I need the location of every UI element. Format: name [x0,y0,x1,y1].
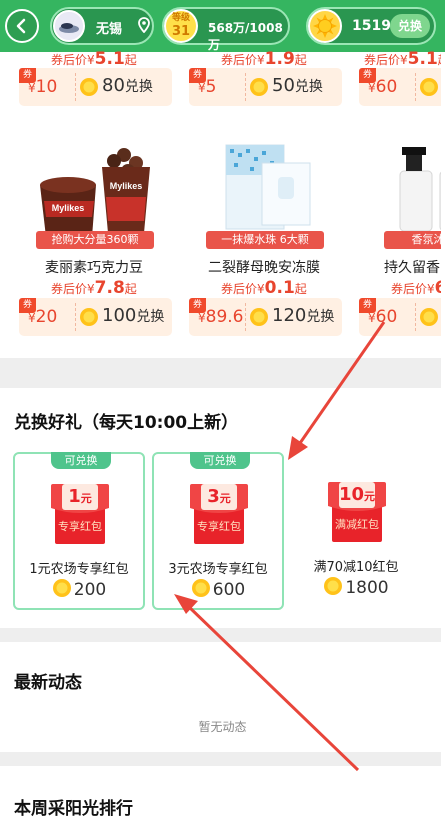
gift-name: 1元农场专享红包 [29,562,129,577]
available-tag: 可兑换 [51,452,111,469]
product-card[interactable]: 券后价¥1.9起 券 ¥5 50兑换 [184,49,344,112]
ranking-section: 本周采阳光排行 [0,766,445,833]
location-text: 无锡 [96,22,123,37]
exchange-row[interactable]: 券 ¥20 100兑换 [19,298,172,336]
location-pill[interactable]: 无锡 [50,7,154,45]
product-image [225,144,311,230]
product-title: 二裂酵母晚安冻膜 [208,260,320,276]
product-image: Mylikes Mylikes [40,148,150,237]
sun-icon [308,9,342,43]
avatar[interactable] [53,10,85,42]
gift-kind: 满减红包 [335,518,379,531]
coupon-value: ¥5 [198,77,217,97]
product-panel: 券后价¥5.1起 券 ¥10 80兑换 券后价¥1.9起 券 ¥5 50兑换 券… [0,49,445,358]
gift-cost: 1800 [292,576,420,598]
sun-cost: 100兑换 [102,305,165,326]
exchange-row[interactable]: 券 ¥60 1 [359,68,445,106]
gift-name: 3元农场专享红包 [168,562,268,577]
gift-amount: 1 [68,486,81,507]
product-card[interactable]: 券后价¥5.1起 券 ¥10 80兑换 [14,49,174,112]
product-card[interactable]: Mylikes Mylikes 抢购大分量360颗 麦丽素巧克力豆 券后价¥7.… [14,135,174,349]
top-bar: 无锡 等级 31 568万/1008万 1519 兑换 [0,0,445,52]
exchange-row[interactable]: 券 ¥60 1 [359,298,445,336]
back-button[interactable] [5,9,39,43]
product-card[interactable]: 一抹爆水珠 6大颗 二裂酵母晚安冻膜 券后价¥0.1起 券 ¥89.6 120兑… [184,135,344,349]
svg-text:Mylikes: Mylikes [110,181,143,191]
sun-cost: 80兑换 [102,75,153,96]
available-tag: 可兑换 [190,452,250,469]
sun-icon [324,577,343,595]
svg-text:Mylikes: Mylikes [52,203,85,213]
product-card[interactable]: 券后价¥5.1起 券 ¥60 1 [354,49,445,112]
price-after-coupon: 券后价¥7.8起 [51,278,137,298]
sun-icon [191,579,210,597]
coupon-value: ¥10 [28,77,58,97]
gift-cost: 600 [154,578,282,600]
sun-icon [250,78,268,96]
location-pin-icon [138,17,150,33]
section-title: 本周采阳光排行 [14,799,133,819]
sun-balance-pill[interactable]: 1519 兑换 [306,7,436,45]
redeem-button[interactable]: 兑换 [390,14,430,38]
gift-card[interactable]: 10元 满减红包 满70减10红包 1800 [292,452,424,610]
sun-icon [420,78,438,96]
sun-cost: 120兑换 [272,305,335,326]
product-card[interactable]: 香氛沐浴持 持久留香 券后价¥60 券 ¥60 1 [354,135,445,349]
promo-ribbon: 香氛沐浴持 [384,231,445,249]
sun-icon [420,308,438,326]
red-packet-icon: 1元 专享红包 [47,478,113,546]
coupon-value: ¥60 [368,77,398,97]
product-title: 持久留香 [384,260,440,276]
product-image [399,147,445,232]
avatar-image [55,12,83,40]
gift-kind: 专享红包 [197,520,241,533]
level-pill[interactable]: 等级 31 568万/1008万 [162,7,290,52]
exchange-row[interactable]: 券 ¥5 50兑换 [189,68,342,106]
app-screen: 无锡 等级 31 568万/1008万 1519 兑换 券后价¥5.1起 券 ¥… [0,0,445,833]
section-title: 兑换好礼（每天10:00上新） [14,413,239,433]
price-after-coupon: 券后价¥5.1起 [364,49,445,69]
gift-amount: 10 [338,484,365,505]
level-badge: 等级 31 [164,9,198,43]
gift-name: 满70减10红包 [313,560,399,575]
gift-kind: 专享红包 [58,520,102,533]
gift-card[interactable]: 可兑换 3元 专享红包 3元农场专享红包 600 [152,452,284,610]
sun-icon [80,78,98,96]
gift-cost: 200 [15,578,143,600]
price-after-coupon: 券后价¥5.1起 [51,49,137,69]
sun-icon [80,308,98,326]
coupon-value: ¥60 [368,307,398,327]
price-after-coupon: 券后价¥0.1起 [221,278,307,298]
promo-ribbon: 一抹爆水珠 6大颗 [206,231,324,249]
gifts-section: 兑换好礼（每天10:00上新） 可兑换 1元 专享红包 1元农场专享红包 200… [0,388,445,628]
section-title: 最新动态 [14,673,82,693]
red-packet-icon: 3元 专享红包 [186,478,252,546]
sun-balance: 1519 [352,18,391,34]
chevron-left-icon [16,18,26,34]
scroll-edge [441,52,445,833]
sun-icon [250,308,268,326]
level-label: 等级 [171,13,190,23]
price-after-coupon: 券后价¥1.9起 [221,49,307,69]
empty-state-text: 暂无动态 [198,720,247,734]
exchange-row[interactable]: 券 ¥89.6 120兑换 [189,298,342,336]
price-after-coupon: 券后价¥60 [391,278,445,298]
gift-amount: 3 [207,486,220,507]
exchange-row[interactable]: 券 ¥10 80兑换 [19,68,172,106]
coupon-value: ¥89.6 [198,307,244,327]
news-section: 最新动态 暂无动态 [0,642,445,752]
sun-icon [52,579,71,597]
gift-card[interactable]: 可兑换 1元 专享红包 1元农场专享红包 200 [13,452,145,610]
product-title: 麦丽素巧克力豆 [45,260,143,276]
level-value: 31 [171,24,191,39]
experience-text: 568万/1008万 [208,21,283,52]
sun-cost: 50兑换 [272,75,323,96]
coupon-value: ¥20 [28,307,58,327]
red-packet-icon: 10元 满减红包 [324,476,390,544]
promo-ribbon: 抢购大分量360颗 [36,231,154,249]
